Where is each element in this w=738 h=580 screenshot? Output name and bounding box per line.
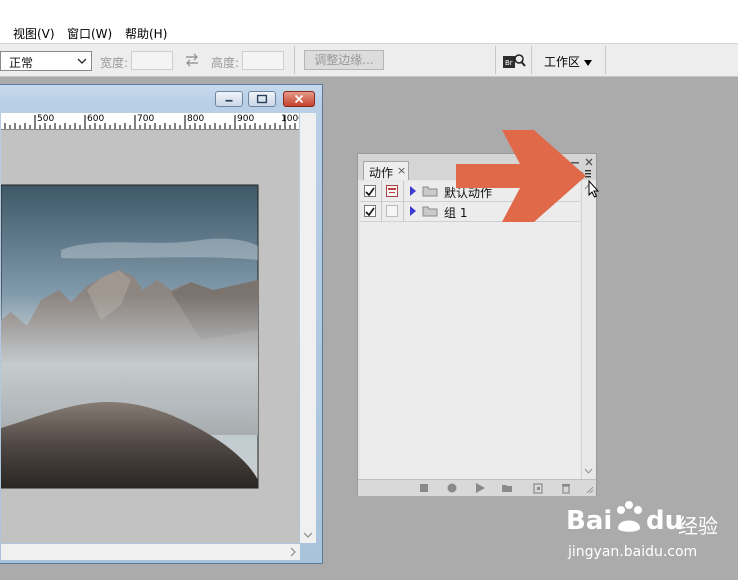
ruler-label: 900 xyxy=(237,114,255,124)
separator xyxy=(605,46,606,74)
style-mode-select[interactable]: 正常 xyxy=(0,51,92,71)
ruler-label: 800 xyxy=(187,114,205,124)
refine-edge-button[interactable]: 调整边缘... xyxy=(304,50,384,70)
canvas-area[interactable] xyxy=(1,130,299,543)
document-window: 500 600 700 800 900 1000 xyxy=(0,84,323,564)
ruler-label: 700 xyxy=(137,114,155,124)
close-button[interactable] xyxy=(283,91,315,107)
workspace-menu[interactable]: 工作区 xyxy=(544,53,593,70)
annotation-arrow xyxy=(456,130,586,222)
paw-logo-icon xyxy=(617,501,642,532)
stop-icon[interactable] xyxy=(418,482,430,494)
new-action-icon[interactable] xyxy=(532,482,544,494)
scroll-arrows-icon xyxy=(584,184,593,474)
folder-icon xyxy=(422,186,438,197)
mouse-cursor-icon xyxy=(588,180,600,198)
svg-text:Br: Br xyxy=(505,59,513,67)
expand-triangle-icon[interactable] xyxy=(408,206,418,216)
width-field[interactable] xyxy=(131,51,173,70)
height-label: 高度: xyxy=(211,56,240,70)
dialog-toggle[interactable] xyxy=(386,205,398,217)
watermark-brand-left: Bai xyxy=(566,506,613,536)
maximize-icon xyxy=(256,94,268,104)
dialog-toggle[interactable] xyxy=(386,185,398,197)
baidu-watermark: Bai du 经验 jingyan.baidu.com xyxy=(566,498,736,568)
menu-help[interactable]: 帮助(H) xyxy=(125,25,167,42)
scroll-right-icon xyxy=(290,547,296,557)
minimize-button[interactable] xyxy=(215,91,243,107)
column-divider xyxy=(381,181,382,221)
separator xyxy=(294,46,295,74)
height-field[interactable] xyxy=(242,51,284,70)
tab-actions[interactable]: 动作 × xyxy=(363,161,409,180)
menu-view[interactable]: 视图(V) xyxy=(13,25,55,42)
new-set-icon[interactable] xyxy=(501,482,513,494)
chevron-down-icon xyxy=(77,58,87,64)
panel-scrollbar[interactable] xyxy=(581,181,595,479)
horizontal-scrollbar[interactable] xyxy=(1,544,300,560)
menu-bar: 视图(V) 窗口(W) 帮助(H) xyxy=(0,0,738,44)
ruler-label: 500 xyxy=(37,114,55,124)
scroll-down-icon xyxy=(303,532,313,538)
landscape-image xyxy=(1,184,259,489)
style-mode-value: 正常 xyxy=(9,56,34,70)
minimize-icon xyxy=(225,99,233,102)
maximize-button[interactable] xyxy=(248,91,276,107)
toggle-checkbox[interactable] xyxy=(364,205,376,217)
check-icon xyxy=(365,187,375,197)
horizontal-ruler: 500 600 700 800 900 1000 xyxy=(1,113,299,130)
tab-close-icon[interactable]: × xyxy=(397,164,406,177)
resize-grip-icon[interactable] xyxy=(583,483,595,495)
play-icon[interactable] xyxy=(474,482,486,494)
ruler-label: 1000 xyxy=(281,114,299,124)
bridge-icon[interactable]: Br xyxy=(502,52,526,70)
actions-list: 默认动作 组 1 xyxy=(360,181,580,479)
menu-window[interactable]: 窗口(W) xyxy=(67,25,112,42)
column-divider xyxy=(403,181,404,221)
expand-triangle-icon[interactable] xyxy=(408,186,418,196)
dialog-icon xyxy=(388,188,396,193)
workspace-label: 工作区 xyxy=(544,55,581,69)
caret-down-icon xyxy=(584,59,593,66)
ruler-label: 600 xyxy=(87,114,105,124)
trash-icon[interactable] xyxy=(560,482,572,494)
options-bar: 正常 宽度: 高度: 调整边缘... Br 工作区 xyxy=(0,44,738,77)
close-icon xyxy=(294,94,304,104)
vertical-scrollbar[interactable] xyxy=(300,113,316,543)
toggle-checkbox[interactable] xyxy=(364,185,376,197)
check-icon xyxy=(365,207,375,217)
watermark-url: jingyan.baidu.com xyxy=(568,544,698,560)
folder-icon xyxy=(422,206,438,217)
width-label: 宽度: xyxy=(100,56,129,70)
separator xyxy=(531,46,532,74)
panel-footer xyxy=(358,479,596,496)
watermark-brand-cn: 经验 xyxy=(678,514,718,538)
record-icon[interactable] xyxy=(446,482,458,494)
separator xyxy=(495,46,496,74)
tab-actions-label: 动作 xyxy=(369,166,394,180)
swap-icon[interactable] xyxy=(185,53,199,67)
